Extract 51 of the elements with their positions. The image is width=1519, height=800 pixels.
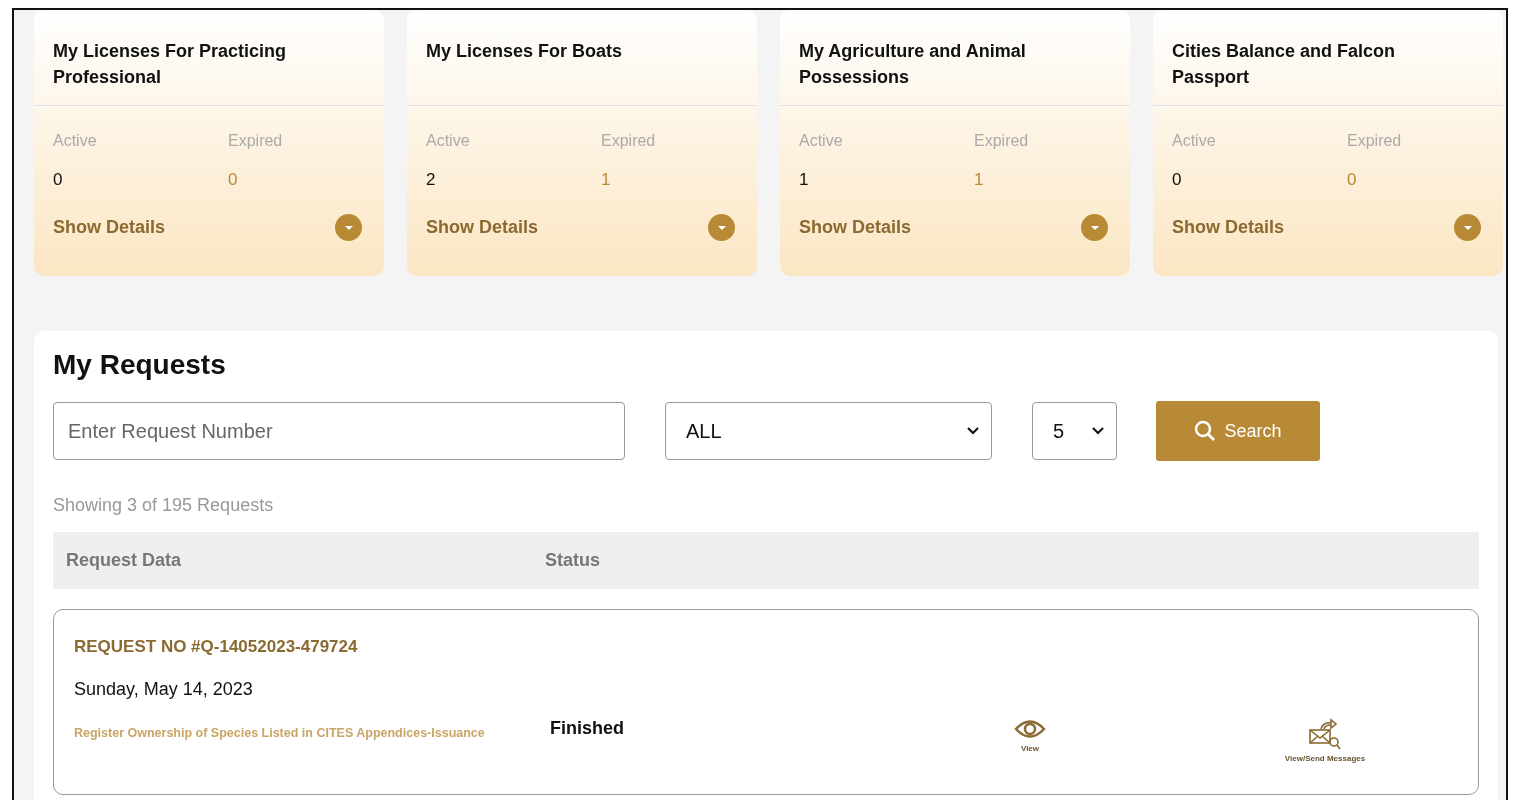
show-details-link[interactable]: Show Details xyxy=(799,217,912,238)
active-label: Active xyxy=(799,132,844,150)
active-label: Active xyxy=(53,132,98,150)
expired-label: Expired xyxy=(601,132,657,150)
active-count: 2 xyxy=(426,170,437,190)
expired-label: Expired xyxy=(974,132,1030,150)
expired-count: 0 xyxy=(228,170,239,190)
expand-button[interactable] xyxy=(335,214,362,241)
card-title: My Licenses For Practicing Professional xyxy=(53,40,288,89)
column-header: Status xyxy=(545,550,600,571)
envelope-search-icon xyxy=(1307,718,1343,750)
show-details-link[interactable]: Show Details xyxy=(426,217,539,238)
caret-icon xyxy=(716,224,727,231)
section-title: My Requests xyxy=(53,349,227,381)
messages-button[interactable]: View/Send Messages xyxy=(1265,718,1385,763)
page-size-dropdown[interactable]: 5 xyxy=(1032,402,1117,460)
caret-icon xyxy=(343,224,354,231)
show-details-link[interactable]: Show Details xyxy=(1172,217,1285,238)
results-count: Showing 3 of 195 Requests xyxy=(53,495,275,516)
request-date: Sunday, May 14, 2023 xyxy=(74,679,254,700)
service-name: Register Ownership of Species Listed in CITES Appendices-Issuance xyxy=(74,725,486,740)
show-details-link[interactable]: Show Details xyxy=(53,217,166,238)
active-count: 1 xyxy=(799,170,810,190)
chevron-down-icon xyxy=(967,427,979,435)
request-number: REQUEST NO #Q-14052023-479724 xyxy=(74,637,359,657)
expired-count: 1 xyxy=(974,170,985,190)
expand-button[interactable] xyxy=(1454,214,1481,241)
expired-count: 0 xyxy=(1347,170,1358,190)
view-button[interactable]: View xyxy=(970,718,1090,763)
expired-count: 1 xyxy=(601,170,612,190)
active-count: 0 xyxy=(53,170,64,190)
chevron-down-icon xyxy=(1092,427,1104,435)
column-header: Request Data xyxy=(66,550,183,571)
caret-icon xyxy=(1089,224,1100,231)
expand-button[interactable] xyxy=(708,214,735,241)
caret-icon xyxy=(1462,224,1473,231)
status-dropdown[interactable]: ALL xyxy=(665,402,992,460)
expired-label: Expired xyxy=(1347,132,1403,150)
active-label: Active xyxy=(426,132,471,150)
search-icon xyxy=(1194,420,1217,442)
card-title: Cities Balance and Falcon Passport xyxy=(1172,40,1397,89)
search-button[interactable]: Search xyxy=(1156,401,1320,461)
request-number-field[interactable]: Enter Request Number xyxy=(53,402,625,460)
request-status: Finished xyxy=(550,718,625,739)
active-label: Active xyxy=(1172,132,1217,150)
expired-label: Expired xyxy=(228,132,284,150)
card-title: My Licenses For Boats xyxy=(426,40,624,63)
eye-icon xyxy=(1014,718,1046,740)
expand-button[interactable] xyxy=(1081,214,1108,241)
active-count: 0 xyxy=(1172,170,1183,190)
card-title: My Agriculture and Animal Possessions xyxy=(799,40,1027,89)
